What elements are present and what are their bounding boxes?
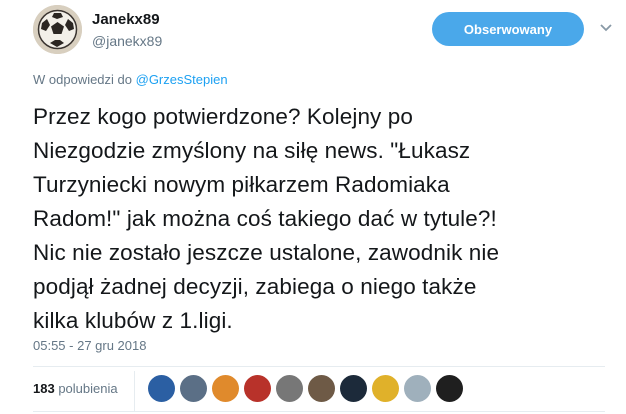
likes-count: 183 bbox=[33, 381, 55, 396]
divider-bottom bbox=[33, 411, 605, 412]
likers-avatar-list bbox=[148, 375, 468, 402]
author-name[interactable]: Janekx89 bbox=[92, 11, 160, 28]
stats-separator bbox=[134, 371, 135, 411]
liker-avatar[interactable] bbox=[436, 375, 463, 402]
liker-avatar[interactable] bbox=[340, 375, 367, 402]
soccer-ball-icon bbox=[33, 5, 82, 54]
following-button[interactable]: Obserwowany bbox=[432, 12, 584, 46]
author-handle[interactable]: @janekx89 bbox=[92, 33, 162, 49]
liker-avatar[interactable] bbox=[180, 375, 207, 402]
likes-label: polubienia bbox=[58, 381, 118, 396]
reply-context: W odpowiedzi do @GrzesStepien bbox=[33, 72, 228, 87]
reply-mention-link[interactable]: @GrzesStepien bbox=[136, 72, 228, 87]
tweet-text: Przez kogo potwierdzone? Kolejny po Niez… bbox=[33, 104, 500, 333]
chevron-down-icon[interactable] bbox=[597, 18, 615, 36]
liker-avatar[interactable] bbox=[212, 375, 239, 402]
tweet-timestamp[interactable]: 05:55 - 27 gru 2018 bbox=[33, 338, 146, 353]
reply-prefix: W odpowiedzi do bbox=[33, 72, 132, 87]
liker-avatar[interactable] bbox=[404, 375, 431, 402]
liker-avatar[interactable] bbox=[276, 375, 303, 402]
likes-stat[interactable]: 183 polubienia bbox=[33, 381, 118, 396]
liker-avatar[interactable] bbox=[308, 375, 335, 402]
liker-avatar[interactable] bbox=[372, 375, 399, 402]
liker-avatar[interactable] bbox=[148, 375, 175, 402]
author-avatar[interactable] bbox=[33, 5, 82, 54]
divider-top bbox=[33, 366, 605, 367]
liker-avatar[interactable] bbox=[244, 375, 271, 402]
